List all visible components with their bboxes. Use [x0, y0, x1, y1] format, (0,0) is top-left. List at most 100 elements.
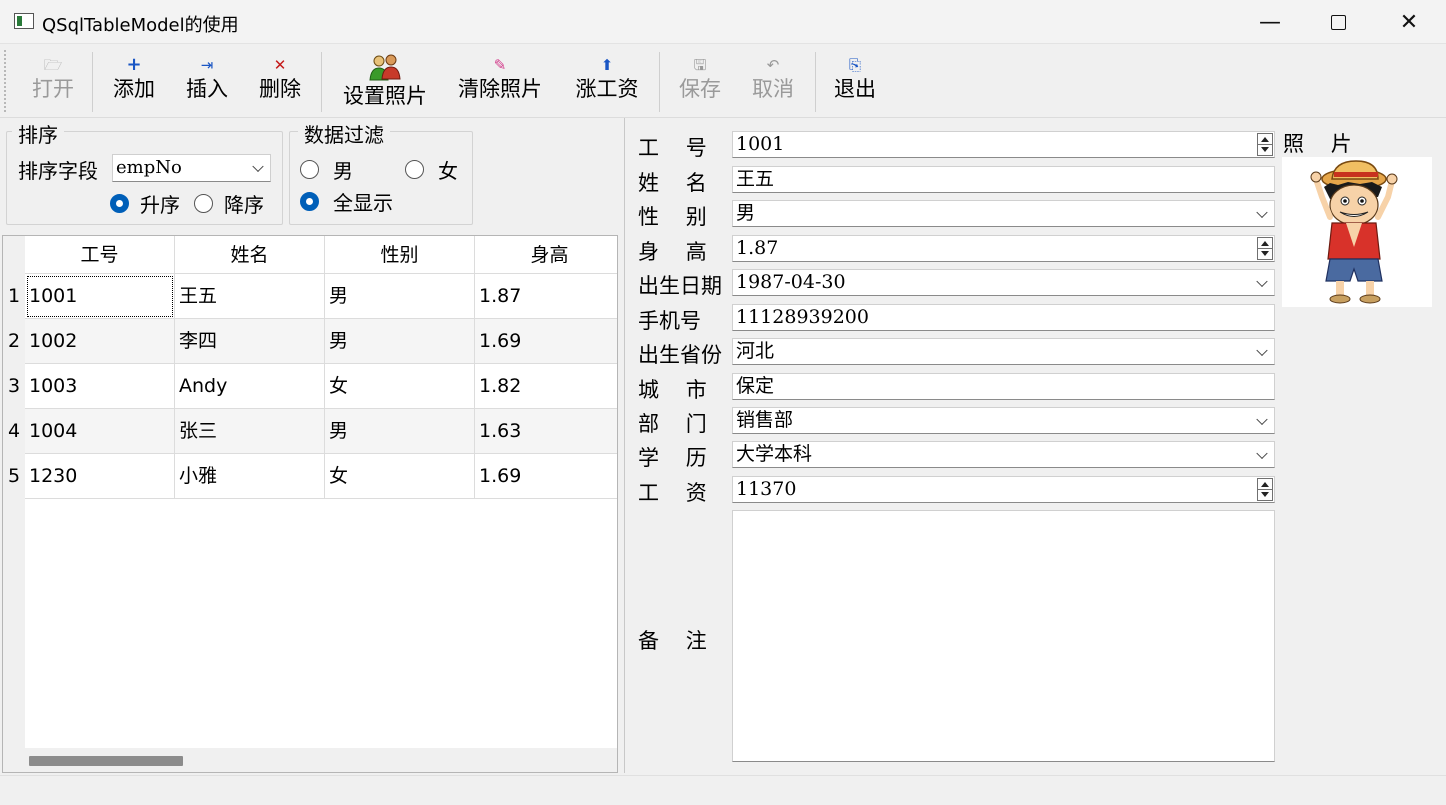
employee-table[interactable]: 工号 姓名 性别 身高 1 1001 王五 男 1.87 2 1002 李四 男…: [2, 235, 618, 773]
raise-salary-button[interactable]: ⬆ 涨工资: [566, 44, 648, 118]
height-label: 身 高: [638, 240, 707, 264]
delete-x-icon: ✕: [273, 56, 287, 74]
sort-descending-radio[interactable]: 降序: [194, 189, 264, 218]
minimize-icon: —: [1259, 9, 1281, 35]
height-spinbox[interactable]: 1.87: [732, 235, 1275, 262]
toolbar-separator: [92, 52, 93, 112]
table-cell[interactable]: 1004: [25, 409, 175, 454]
chevron-down-icon: [1256, 206, 1268, 218]
education-label: 学 历: [638, 446, 707, 470]
table-cell[interactable]: 1230: [25, 454, 175, 499]
table-cell[interactable]: 1003: [25, 364, 175, 409]
scrollbar-thumb[interactable]: [29, 756, 183, 766]
row-header[interactable]: 2: [3, 319, 25, 364]
filter-female-radio[interactable]: 女: [405, 155, 458, 184]
table-cell[interactable]: 男: [325, 274, 475, 319]
toolbar-separator: [659, 52, 660, 112]
table-cell[interactable]: 女: [325, 454, 475, 499]
toolbar-grip[interactable]: [4, 50, 7, 112]
column-header[interactable]: 工号: [25, 236, 175, 274]
photo-image: [1310, 160, 1398, 304]
exit-door-icon: ⎘: [848, 56, 861, 74]
province-label: 出生省份: [638, 343, 722, 367]
photo-label: 照 片: [1283, 132, 1352, 156]
phone-input[interactable]: 11128939200: [732, 304, 1275, 331]
filter-male-radio[interactable]: 男: [300, 155, 353, 184]
window-title: QSqlTableModel的使用: [42, 15, 239, 36]
birthday-date-edit[interactable]: 1987-04-30: [732, 269, 1275, 296]
radio-unchecked-icon: [405, 160, 424, 179]
open-button[interactable]: 🗁 打开: [22, 44, 84, 118]
table-corner[interactable]: [3, 236, 25, 274]
table-cell[interactable]: 男: [325, 319, 475, 364]
name-input[interactable]: 王五: [732, 166, 1275, 193]
phone-label: 手机号: [638, 309, 701, 333]
minimize-button[interactable]: —: [1235, 0, 1305, 44]
table-cell[interactable]: 1.63: [475, 409, 617, 454]
save-button[interactable]: 🖫 保存: [669, 44, 731, 118]
table-cell[interactable]: 张三: [175, 409, 325, 454]
province-combo[interactable]: 河北: [732, 338, 1275, 365]
floppy-disk-icon: 🖫: [693, 56, 707, 74]
toolbar-separator: [321, 52, 322, 112]
department-label: 部 门: [638, 412, 707, 436]
insert-button[interactable]: ⇥ 插入: [176, 44, 238, 118]
splitter-handle[interactable]: [624, 118, 625, 773]
row-header[interactable]: 5: [3, 454, 25, 499]
table-cell[interactable]: 1002: [25, 319, 175, 364]
undo-icon: ↶: [766, 56, 780, 74]
close-icon: ✕: [1399, 9, 1419, 35]
sort-field-combo[interactable]: empNo: [112, 154, 271, 182]
spin-arrows-icon[interactable]: [1257, 237, 1273, 260]
table-cell[interactable]: 1001: [25, 274, 175, 319]
education-combo[interactable]: 大学本科: [732, 441, 1275, 468]
table-cell[interactable]: 1.87: [475, 274, 617, 319]
table-cell[interactable]: 1.69: [475, 319, 617, 364]
radio-unchecked-icon: [300, 160, 319, 179]
table-cell[interactable]: Andy: [175, 364, 325, 409]
insert-row-icon: ⇥: [200, 56, 214, 74]
clear-photo-button[interactable]: ✎ 清除照片: [448, 44, 552, 118]
salary-spinbox[interactable]: 11370: [732, 476, 1275, 503]
row-header[interactable]: 3: [3, 364, 25, 409]
radio-checked-icon: [300, 192, 319, 211]
table-cell[interactable]: 小雅: [175, 454, 325, 499]
column-header[interactable]: 姓名: [175, 236, 325, 274]
table-cell[interactable]: 王五: [175, 274, 325, 319]
table-cell[interactable]: 李四: [175, 319, 325, 364]
column-header[interactable]: 性别: [325, 236, 475, 274]
horizontal-scrollbar[interactable]: [3, 748, 617, 772]
close-button[interactable]: ✕: [1374, 0, 1444, 44]
maximize-icon: [1330, 14, 1346, 30]
department-combo[interactable]: 销售部: [732, 407, 1275, 434]
eraser-icon: ✎: [493, 56, 507, 74]
add-button[interactable]: + 添加: [103, 44, 165, 118]
table-cell[interactable]: 女: [325, 364, 475, 409]
table-cell[interactable]: 男: [325, 409, 475, 454]
cancel-button[interactable]: ↶ 取消: [742, 44, 804, 118]
gender-combo[interactable]: 男: [732, 200, 1275, 227]
sort-field-value: empNo: [116, 157, 182, 178]
filter-all-radio[interactable]: 全显示: [300, 187, 393, 216]
row-header[interactable]: 4: [3, 409, 25, 454]
memo-textarea[interactable]: [732, 510, 1275, 762]
city-input[interactable]: 保定: [732, 373, 1275, 400]
memo-label: 备 注: [638, 629, 707, 653]
sort-ascending-radio[interactable]: 升序: [110, 189, 180, 218]
maximize-button[interactable]: [1303, 0, 1373, 44]
spin-arrows-icon[interactable]: [1257, 478, 1273, 501]
emp-no-spinbox[interactable]: 1001: [732, 131, 1275, 158]
table-cell[interactable]: 1.82: [475, 364, 617, 409]
sort-group-title: 排序: [12, 119, 64, 148]
toolbar-separator: [815, 52, 816, 112]
column-header[interactable]: 身高: [475, 236, 617, 274]
spin-arrows-icon[interactable]: [1257, 133, 1273, 156]
name-label: 姓 名: [638, 171, 707, 195]
delete-button[interactable]: ✕ 删除: [249, 44, 311, 118]
table-cell[interactable]: 1.69: [475, 454, 617, 499]
exit-button[interactable]: ⎘ 退出: [824, 44, 886, 118]
row-header[interactable]: 1: [3, 274, 25, 319]
plus-icon: +: [126, 54, 142, 75]
set-photo-button[interactable]: 设置照片: [333, 44, 437, 118]
city-label: 城 市: [638, 378, 707, 402]
